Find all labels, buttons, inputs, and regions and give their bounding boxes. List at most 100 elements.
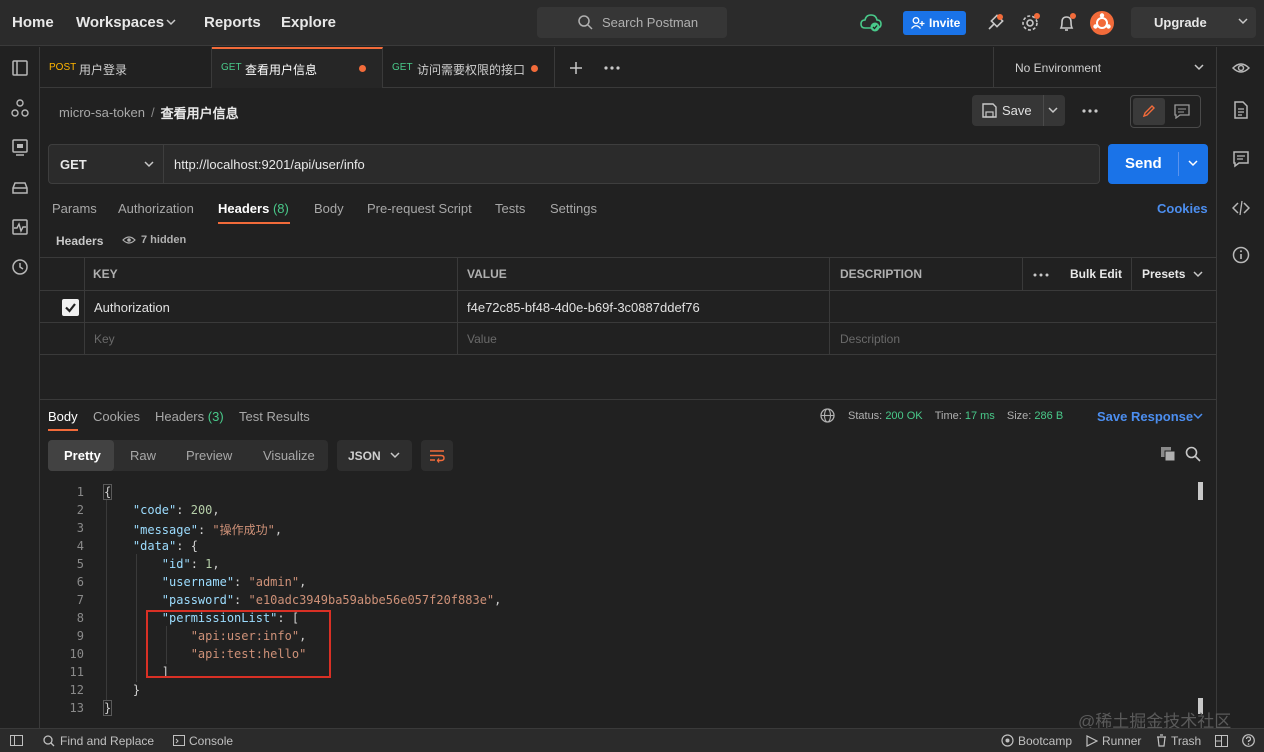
avatar[interactable] <box>1090 11 1114 35</box>
gear-icon[interactable] <box>1020 13 1040 33</box>
search-icon[interactable] <box>1185 446 1201 462</box>
nav-workspaces[interactable]: Workspaces <box>76 0 164 46</box>
send-button[interactable]: Send <box>1108 144 1208 184</box>
active-tab-indicator <box>48 429 78 431</box>
code-icon[interactable] <box>1232 199 1250 217</box>
layout-icon[interactable] <box>1215 735 1228 747</box>
unsaved-dot[interactable] <box>531 65 538 72</box>
response-tab-headers[interactable]: Headers (3) <box>155 409 224 424</box>
value-input[interactable]: Value <box>467 332 497 346</box>
check-icon <box>65 303 76 313</box>
header-key[interactable]: Authorization <box>94 300 170 315</box>
tab-pre-request-script[interactable]: Pre-request Script <box>367 201 472 216</box>
environment-selector[interactable]: No Environment <box>993 47 1216 88</box>
save-response-button[interactable]: Save Response <box>1097 409 1193 424</box>
code-line: } <box>104 683 141 697</box>
request-tab-bar: POST 用户登录 GET 查看用户信息 GET 访问需要权限的接口 No En… <box>40 47 1216 88</box>
copy-icon[interactable] <box>1160 446 1176 462</box>
documentation-icon[interactable] <box>1232 101 1250 119</box>
runner-icon <box>1086 735 1098 747</box>
url-input[interactable]: http://localhost:9201/api/user/info <box>164 144 1100 184</box>
globe-icon[interactable] <box>820 408 835 423</box>
help-icon[interactable] <box>1242 734 1255 747</box>
plus-icon[interactable] <box>569 61 583 75</box>
breadcrumb-request[interactable]: 查看用户信息 <box>161 103 239 122</box>
invite-button[interactable]: Invite <box>903 11 966 35</box>
bulk-edit-button[interactable]: Bulk Edit <box>1070 267 1122 281</box>
tab-user-login[interactable]: POST 用户登录 <box>40 47 212 88</box>
upgrade-button[interactable]: Upgrade <box>1131 7 1256 38</box>
view-pretty[interactable]: Pretty <box>64 440 101 471</box>
description-input[interactable]: Description <box>840 332 900 346</box>
breadcrumb-collection[interactable]: micro-sa-token <box>59 105 145 120</box>
hidden-headers-toggle[interactable]: 7 hidden <box>122 234 186 246</box>
tab-tests[interactable]: Tests <box>495 201 525 216</box>
tab-body[interactable]: Body <box>314 201 344 216</box>
tab-authorization[interactable]: Authorization <box>118 201 194 216</box>
more-icon[interactable] <box>1033 272 1049 278</box>
response-tab-cookies[interactable]: Cookies <box>93 409 140 424</box>
comments-icon[interactable] <box>1232 150 1250 168</box>
trash-button[interactable]: Trash <box>1171 734 1201 748</box>
tab-params[interactable]: Params <box>52 201 97 216</box>
scrollbar[interactable] <box>1198 482 1204 714</box>
environments-icon[interactable] <box>11 138 29 156</box>
nav-explore[interactable]: Explore <box>281 0 336 46</box>
tab-permission-api[interactable]: GET 访问需要权限的接口 <box>383 47 555 88</box>
eye-icon[interactable] <box>1232 59 1250 77</box>
more-icon[interactable] <box>1082 108 1098 114</box>
runner-button[interactable]: Runner <box>1102 734 1141 748</box>
monitors-icon[interactable] <box>11 218 29 236</box>
response-time: 17 ms <box>964 410 995 422</box>
save-button[interactable]: Save <box>972 95 1065 126</box>
view-preview[interactable]: Preview <box>186 440 232 471</box>
mode-toggle <box>1130 95 1201 128</box>
chevron-down-icon[interactable] <box>1193 413 1203 421</box>
left-sidebar <box>0 47 40 728</box>
console-button[interactable]: Console <box>189 734 233 748</box>
view-visualize[interactable]: Visualize <box>263 440 315 471</box>
collections-icon[interactable] <box>11 59 29 77</box>
header-enabled-checkbox[interactable] <box>62 299 79 316</box>
more-icon[interactable] <box>604 65 620 71</box>
status-bar: Find and Replace Console Bootcamp Runner… <box>0 728 1264 752</box>
presets-button[interactable]: Presets <box>1142 267 1185 281</box>
sidebar-toggle-icon[interactable] <box>10 735 23 746</box>
bootcamp-button[interactable]: Bootcamp <box>1018 734 1072 748</box>
code-line: "code": 200, <box>132 503 220 517</box>
response-meta: Status: 200 OK Time: 17 ms Size: 286 B <box>848 410 1064 422</box>
edit-mode-button[interactable] <box>1133 98 1165 125</box>
response-tab-body[interactable]: Body <box>48 409 78 424</box>
response-body[interactable]: 1 2 3 4 5 6 7 8 9 10 11 12 13 { "code": … <box>48 482 1198 722</box>
response-tab-test-results[interactable]: Test Results <box>239 409 310 424</box>
tab-headers[interactable]: Headers (8) <box>218 201 289 216</box>
apis-icon[interactable] <box>11 99 29 117</box>
table-row: Authorization f4e72c85-bf48-4d0e-b69f-3c… <box>40 291 1216 323</box>
info-icon[interactable] <box>1232 246 1250 264</box>
save-icon <box>982 103 997 118</box>
chevron-down-icon[interactable] <box>1188 160 1198 168</box>
comment-mode-icon[interactable] <box>1174 104 1190 119</box>
nav-home[interactable]: Home <box>12 0 54 46</box>
wrap-lines-button[interactable] <box>421 440 453 471</box>
search-box[interactable]: Search Postman <box>537 7 727 38</box>
mock-servers-icon[interactable] <box>11 178 29 196</box>
satellite-icon[interactable] <box>985 13 1005 33</box>
tab-view-user-info[interactable]: GET 查看用户信息 <box>212 47 383 88</box>
view-raw[interactable]: Raw <box>130 440 156 471</box>
chevron-down-icon <box>1238 18 1248 25</box>
table-header-row: KEY VALUE DESCRIPTION Bulk Edit Presets <box>40 258 1216 291</box>
unsaved-dot[interactable] <box>359 65 366 72</box>
method-select[interactable]: GET <box>48 144 164 184</box>
history-icon[interactable] <box>11 258 29 276</box>
format-select[interactable]: JSON <box>337 440 412 471</box>
cloud-sync-icon[interactable] <box>860 12 882 34</box>
key-input[interactable]: Key <box>94 332 115 346</box>
header-value[interactable]: f4e72c85-bf48-4d0e-b69f-3c0887ddef76 <box>467 300 700 315</box>
cookies-link[interactable]: Cookies <box>1157 201 1208 216</box>
nav-reports[interactable]: Reports <box>204 0 261 46</box>
chevron-down-icon[interactable] <box>1048 107 1058 115</box>
bell-icon[interactable] <box>1057 13 1077 33</box>
tab-settings[interactable]: Settings <box>550 201 597 216</box>
find-replace-button[interactable]: Find and Replace <box>60 734 154 748</box>
